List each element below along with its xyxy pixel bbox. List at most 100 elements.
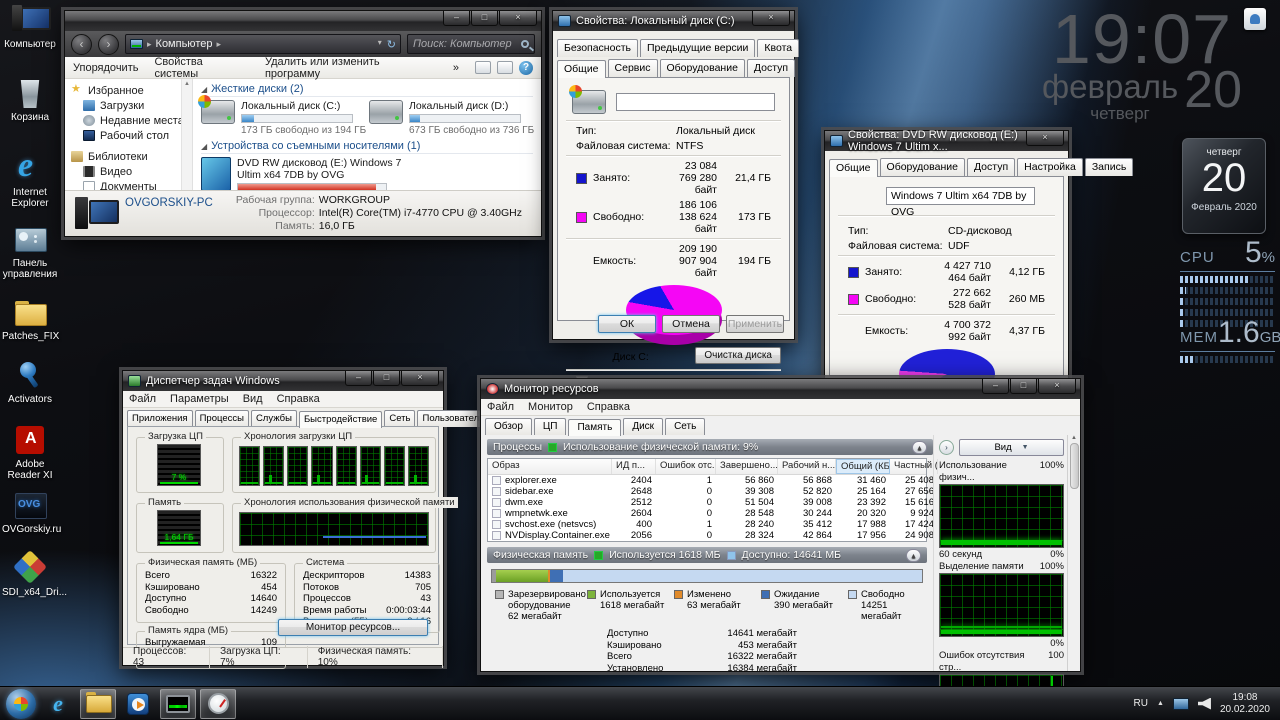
tab-tools[interactable]: Сервис xyxy=(608,59,658,77)
tab-disk[interactable]: Диск xyxy=(623,418,663,435)
tab-general[interactable]: Общие xyxy=(829,159,878,177)
menu-help[interactable]: Справка xyxy=(587,401,630,413)
ok-button[interactable]: ОК xyxy=(598,315,656,333)
tab-sharing[interactable]: Доступ xyxy=(747,59,795,77)
volume-label-input[interactable] xyxy=(616,93,775,111)
tab-services[interactable]: Службы xyxy=(251,410,297,427)
desktop-icon-adobe-reader[interactable]: Adobe Reader XI xyxy=(2,425,58,481)
taskbar-media-player[interactable] xyxy=(120,689,156,719)
desktop-icon-computer[interactable]: Компьютер xyxy=(2,5,58,50)
tree-item-video[interactable]: Видео xyxy=(71,164,192,179)
section-header-removable[interactable]: ◢Устройства со съемными носителями (1) xyxy=(201,140,533,154)
mem-meter-gadget[interactable]: MEM 1.6GB xyxy=(1180,316,1275,363)
close-button[interactable]: × xyxy=(401,371,439,386)
start-button[interactable] xyxy=(6,689,36,719)
col-hard-faults[interactable]: Ошибок отс... xyxy=(656,459,716,474)
tab-processes[interactable]: Процессы xyxy=(195,410,249,427)
menu-file[interactable]: Файл xyxy=(129,393,156,405)
network-icon[interactable] xyxy=(1173,698,1189,710)
maximize-button[interactable]: □ xyxy=(373,371,400,386)
tab-overview[interactable]: Обзор xyxy=(485,418,532,435)
help-icon[interactable]: ? xyxy=(519,61,533,75)
tab-customize[interactable]: Настройка xyxy=(1017,158,1083,176)
tray-clock[interactable]: 19:08 20.02.2020 xyxy=(1220,692,1270,716)
close-button[interactable]: × xyxy=(499,11,537,26)
close-button[interactable]: × xyxy=(752,11,790,26)
volume-icon[interactable] xyxy=(1198,698,1211,710)
table-row[interactable]: sidebar.exe2648039 30852 82025 16427 656 xyxy=(488,486,926,497)
desktop-icon-internet-explorer[interactable]: Internet Explorer xyxy=(2,153,58,209)
tab-performance[interactable]: Быстродействие xyxy=(299,411,382,428)
search-input[interactable]: Поиск: Компьютер xyxy=(407,34,535,54)
language-indicator[interactable]: RU xyxy=(1134,698,1148,709)
table-row[interactable]: svchost.exe (netsvcs)400128 24035 41217 … xyxy=(488,519,926,530)
calendar-gadget[interactable]: четверг 20 Февраль 2020 xyxy=(1182,138,1266,234)
menu-options[interactable]: Параметры xyxy=(170,393,229,405)
view-dropdown-button[interactable]: Вид▼ xyxy=(959,439,1064,456)
clock-gadget[interactable]: 19:07 февраль 20 четверг xyxy=(1032,6,1252,124)
tree-item-desktop[interactable]: Рабочий стол xyxy=(71,128,192,143)
tree-item-libraries[interactable]: Библиотеки xyxy=(71,149,192,164)
maximize-button[interactable]: □ xyxy=(471,11,498,26)
table-row[interactable]: NVDisplay.Container.exe2056028 32442 864… xyxy=(488,530,926,541)
taskbar-task-manager[interactable] xyxy=(160,689,196,719)
resmon-titlebar[interactable]: Монитор ресурсов – □ × xyxy=(481,379,1080,399)
dialog-titlebar[interactable]: Свойства: Локальный диск (C:) × xyxy=(553,11,794,31)
tray-expand-icon[interactable]: ▲ xyxy=(1157,700,1164,707)
table-row[interactable]: explorer.exe2404156 86056 86831 46025 40… xyxy=(488,475,926,486)
col-commit[interactable]: Завершено... xyxy=(716,459,778,474)
drive-d-item[interactable]: Локальный диск (D:) 673 ГБ свободно из 7… xyxy=(369,100,527,136)
collapse-icon[interactable]: ▴ xyxy=(912,441,927,454)
table-row[interactable]: wmpnetwk.exe2604028 54830 24420 3209 924 xyxy=(488,508,926,519)
collapse-icon[interactable]: ▴ xyxy=(906,549,921,562)
tab-recording[interactable]: Запись xyxy=(1085,158,1133,176)
taskbar-internet-explorer[interactable]: e xyxy=(40,689,76,719)
expand-panel-icon[interactable]: › xyxy=(939,440,954,455)
processes-section-header[interactable]: Процессы Использование физической памяти… xyxy=(487,439,933,455)
resource-monitor-button[interactable]: Монитор ресурсов... xyxy=(278,619,428,636)
refresh-icon[interactable]: ↻ xyxy=(387,38,396,51)
tree-scrollbar[interactable]: ▲ xyxy=(181,79,192,190)
forward-button[interactable]: › xyxy=(98,34,119,55)
breadcrumb-item[interactable]: Компьютер xyxy=(156,38,213,50)
close-button[interactable]: × xyxy=(1026,131,1064,146)
drive-c-item[interactable]: Локальный диск (C:) 173 ГБ свободно из 1… xyxy=(201,100,359,136)
menu-monitor[interactable]: Монитор xyxy=(528,401,573,413)
table-row[interactable]: dwm.exe2512051 50439 00823 39215 616 xyxy=(488,497,926,508)
minimize-button[interactable]: – xyxy=(345,371,372,386)
tab-sharing[interactable]: Доступ xyxy=(967,158,1015,176)
uninstall-program-button[interactable]: Удалить или изменить программу xyxy=(265,56,437,80)
disk-cleanup-button[interactable]: Очистка диска xyxy=(695,347,781,364)
system-properties-button[interactable]: Свойства системы xyxy=(154,56,248,80)
col-private[interactable]: Частный (КБ) xyxy=(890,459,938,474)
col-image[interactable]: Образ xyxy=(488,459,612,474)
desktop-icon-control-panel[interactable]: Панель управления xyxy=(2,224,58,280)
tree-item-downloads[interactable]: Загрузки xyxy=(71,98,192,113)
section-header-hdd[interactable]: ◢Жесткие диски (2) xyxy=(201,83,533,97)
desktop-icon-patches-fix[interactable]: Patches_FIX xyxy=(2,297,58,342)
tab-cpu[interactable]: ЦП xyxy=(534,418,567,435)
tab-network[interactable]: Сеть xyxy=(665,418,705,435)
desktop-icon-activators[interactable]: Activators xyxy=(2,360,58,405)
explorer-titlebar[interactable]: – □ × xyxy=(65,11,541,31)
address-dropdown-icon[interactable]: ▾ xyxy=(378,38,382,51)
tab-previous-versions[interactable]: Предыдущие версии xyxy=(640,39,755,57)
taskbar-resource-monitor[interactable] xyxy=(200,689,236,719)
tab-quota[interactable]: Квота xyxy=(757,39,799,57)
physical-memory-section-header[interactable]: Физическая память Используется 1618 МБ Д… xyxy=(487,547,927,563)
tree-item-documents[interactable]: Документы xyxy=(71,179,192,190)
dvd-drive-item[interactable]: DVD RW дисковод (E:) Windows 7 Ultim x64… xyxy=(201,157,421,190)
maximize-button[interactable]: □ xyxy=(1010,379,1037,394)
desktop-icon-ovgorskiy[interactable]: OVGorskiy.ru xyxy=(2,490,58,535)
tab-applications[interactable]: Приложения xyxy=(127,410,193,427)
volume-label-input[interactable]: Windows 7 Ultim x64 7DB by OVG xyxy=(886,187,1035,205)
breadcrumb[interactable]: ▸ Компьютер ▸ ▾ ↻ xyxy=(125,34,401,54)
more-commands-button[interactable]: » xyxy=(453,62,459,74)
tab-hardware[interactable]: Оборудование xyxy=(660,59,745,77)
tab-networking[interactable]: Сеть xyxy=(384,410,415,427)
tab-security[interactable]: Безопасность xyxy=(557,39,638,57)
col-pid[interactable]: ИД п... xyxy=(612,459,656,474)
tree-item-recent[interactable]: Недавние места xyxy=(71,113,192,128)
menu-view[interactable]: Вид xyxy=(243,393,263,405)
tab-general[interactable]: Общие xyxy=(557,60,606,78)
